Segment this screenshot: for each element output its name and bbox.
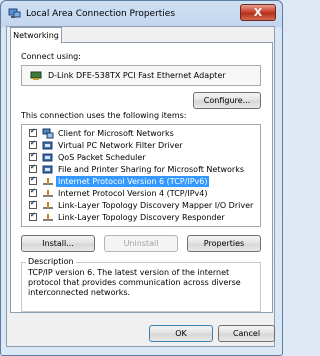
item-label: Link-Layer Topology Discovery Responder: [58, 213, 225, 222]
configure-button[interactable]: Configure...: [193, 92, 261, 109]
list-item[interactable]: Internet Protocol Version 4 (TCP/IPv4): [24, 187, 258, 200]
item-checkbox[interactable]: [29, 199, 37, 209]
adapter-box: D-Link DFE-538TX PCI Fast Ethernet Adapt…: [21, 65, 261, 86]
list-item[interactable]: Link-Layer Topology Discovery Mapper I/O…: [24, 199, 258, 212]
window-title: Local Area Connection Properties: [26, 9, 176, 19]
adapter-name: D-Link DFE-538TX PCI Fast Ethernet Adapt…: [48, 71, 226, 80]
install-button[interactable]: Install...: [21, 235, 95, 252]
service-icon: [42, 165, 53, 174]
items-label: This connection uses the following items…: [21, 111, 187, 120]
list-item[interactable]: File and Printer Sharing for Microsoft N…: [24, 163, 258, 176]
item-checkbox[interactable]: [29, 151, 37, 161]
network-connection-icon: [8, 8, 21, 18]
item-label: File and Printer Sharing for Microsoft N…: [58, 165, 244, 174]
list-item[interactable]: QoS Packet Scheduler: [24, 151, 258, 164]
tab-networking[interactable]: Networking: [10, 27, 62, 43]
service-icon: [42, 153, 53, 162]
list-item[interactable]: Link-Layer Topology Discovery Responder: [24, 211, 258, 224]
properties-button[interactable]: Properties: [187, 235, 261, 252]
cancel-button[interactable]: Cancel: [218, 325, 275, 342]
item-label: Link-Layer Topology Discovery Mapper I/O…: [58, 201, 254, 210]
title-bar[interactable]: Local Area Connection Properties X: [1, 1, 282, 28]
item-checkbox[interactable]: [29, 211, 37, 221]
close-button[interactable]: X: [240, 4, 276, 21]
item-checkbox[interactable]: [29, 127, 37, 137]
item-label: Internet Protocol Version 4 (TCP/IPv4): [58, 189, 208, 198]
protocol-icon: [43, 202, 53, 209]
item-checkbox[interactable]: [29, 139, 37, 149]
network-adapter-icon: [30, 71, 42, 80]
connect-using-label: Connect using:: [21, 52, 81, 61]
item-checkbox[interactable]: [29, 175, 37, 185]
uninstall-button[interactable]: Uninstall: [104, 235, 178, 252]
protocol-icon: [43, 178, 53, 185]
protocol-icon: [43, 190, 53, 197]
protocol-icon: [43, 214, 53, 221]
item-label: Internet Protocol Version 6 (TCP/IPv6): [56, 176, 210, 187]
list-item[interactable]: Virtual PC Network Filter Driver: [24, 139, 258, 152]
description-title: Description: [26, 257, 76, 266]
item-label: Client for Microsoft Networks: [58, 129, 174, 138]
ok-button[interactable]: OK: [149, 325, 213, 342]
components-list[interactable]: Client for Microsoft Networks Virtual PC…: [21, 124, 261, 227]
description-text: TCP/IP version 6. The latest version of …: [28, 268, 241, 297]
item-label: Virtual PC Network Filter Driver: [58, 141, 183, 150]
client-network-icon: [42, 128, 54, 139]
item-checkbox[interactable]: [29, 163, 37, 173]
item-label: QoS Packet Scheduler: [58, 153, 146, 162]
list-item[interactable]: Client for Microsoft Networks: [24, 127, 258, 140]
list-item-selected[interactable]: Internet Protocol Version 6 (TCP/IPv6): [24, 175, 258, 188]
service-icon: [42, 141, 53, 150]
item-checkbox[interactable]: [29, 187, 37, 197]
